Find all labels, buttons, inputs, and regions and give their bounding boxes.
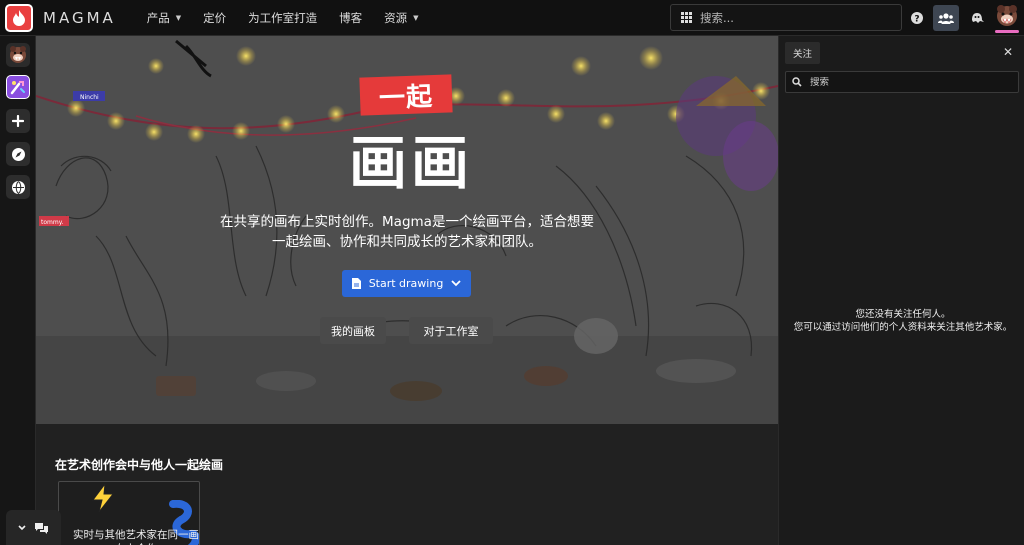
tab-following[interactable]: 关注 [785,42,821,64]
start-drawing-label: Start drawing [368,277,444,290]
following-panel: 关注 ✕ 您还没有关注任何人。 您可以通过访问他们的个人资料来关注其他艺术家。 [778,36,1024,545]
grid-icon [681,12,692,23]
nav-label: 为工作室打造 [248,10,318,25]
start-drawing-button[interactable]: Start drawing [342,270,471,297]
logo-wordmark[interactable]: MAGMA [43,9,116,27]
search-icon [792,77,802,87]
lightning-icon [92,484,115,512]
document-icon [351,278,361,289]
section-title: 在艺术创作会中与他人一起绘画 [55,458,224,472]
my-boards-button[interactable]: 我的画板 [320,317,386,344]
nav-label: 定价 [203,10,227,25]
left-sidebar [0,36,36,545]
nav-item-studios[interactable]: 为工作室打造 [237,0,328,36]
global-search[interactable] [670,4,902,31]
hero-banner: Ninchi tommy. 一起 画画 在共享的画布上实时创作。Magma是一个… [36,36,778,424]
plus-icon[interactable] [6,109,30,133]
empty-state-line: 您可以通过访问他们的个人资料来关注其他艺术家。 [793,322,1013,333]
hero-description-line: 在共享的画布上实时创作。Magma是一个绘画平台，适合想要 [220,214,594,230]
sessions-section: 在艺术创作会中与他人一起绘画 实时与其他艺术家在同一画布上合作 [36,424,778,545]
feature-card-text: 实时与其他艺术家在同一画布上合作 [73,529,199,545]
nav-item-pricing[interactable]: 定价 [192,0,237,36]
nav-label: 博客 [339,10,363,25]
hero-description: 在共享的画布上实时创作。Magma是一个绘画平台，适合想要 一起绘画、协作和共同… [192,212,622,252]
globe-icon[interactable] [6,175,30,199]
empty-state-line: 您还没有关注任何人。 [855,309,951,320]
chat-toggle-button[interactable] [6,510,61,545]
nav-item-products[interactable]: 产品 ▼ [136,0,192,36]
chevron-down-icon [451,280,461,287]
caret-down-icon: ▼ [413,13,419,22]
canvas-user-tag: tommy. [41,219,63,226]
nav-label: 产品 [146,10,170,25]
canvas-user-tag: Ninchi [80,94,99,101]
nav-item-blog[interactable]: 博客 [328,0,373,36]
compass-icon[interactable] [6,142,30,166]
magma-logo-icon[interactable] [5,3,33,32]
caret-down-icon: ▼ [175,13,182,22]
close-icon[interactable]: ✕ [1003,45,1013,59]
chat-bubbles-icon [35,522,48,534]
svg-text:?: ? [914,15,919,25]
for-studios-button[interactable]: 对于工作室 [409,317,493,344]
help-icon[interactable]: ? [904,5,930,31]
following-search[interactable] [785,71,1019,93]
hero-title-line2: 画画 [348,129,473,197]
nav-item-resources[interactable]: 资源 ▼ [373,0,429,36]
community-icon[interactable] [6,75,30,99]
top-navigation-bar: MAGMA 产品 ▼ 定价 为工作室打造 博客 资源 ▼ ? [0,0,1024,36]
feature-card[interactable]: 实时与其他艺术家在同一画布上合作 [58,481,200,545]
empty-state-message: 您还没有关注任何人。 您可以通过访问他们的个人资料来关注其他艺术家。 [785,308,1021,334]
hero-description-line: 一起绘画、协作和共同成长的艺术家和团队。 [272,234,542,250]
hero-title-line1: 一起 [359,74,453,116]
following-search-input[interactable] [810,76,1010,88]
avatar[interactable] [6,43,30,67]
people-icon[interactable] [933,5,959,31]
main-nav: 产品 ▼ 定价 为工作室打造 博客 资源 ▼ [136,0,430,36]
search-input[interactable] [700,10,880,25]
chevron-down-icon [18,524,26,530]
nav-label: 资源 [384,10,408,25]
ghost-icon[interactable] [964,5,990,31]
avatar[interactable] [993,3,1021,33]
